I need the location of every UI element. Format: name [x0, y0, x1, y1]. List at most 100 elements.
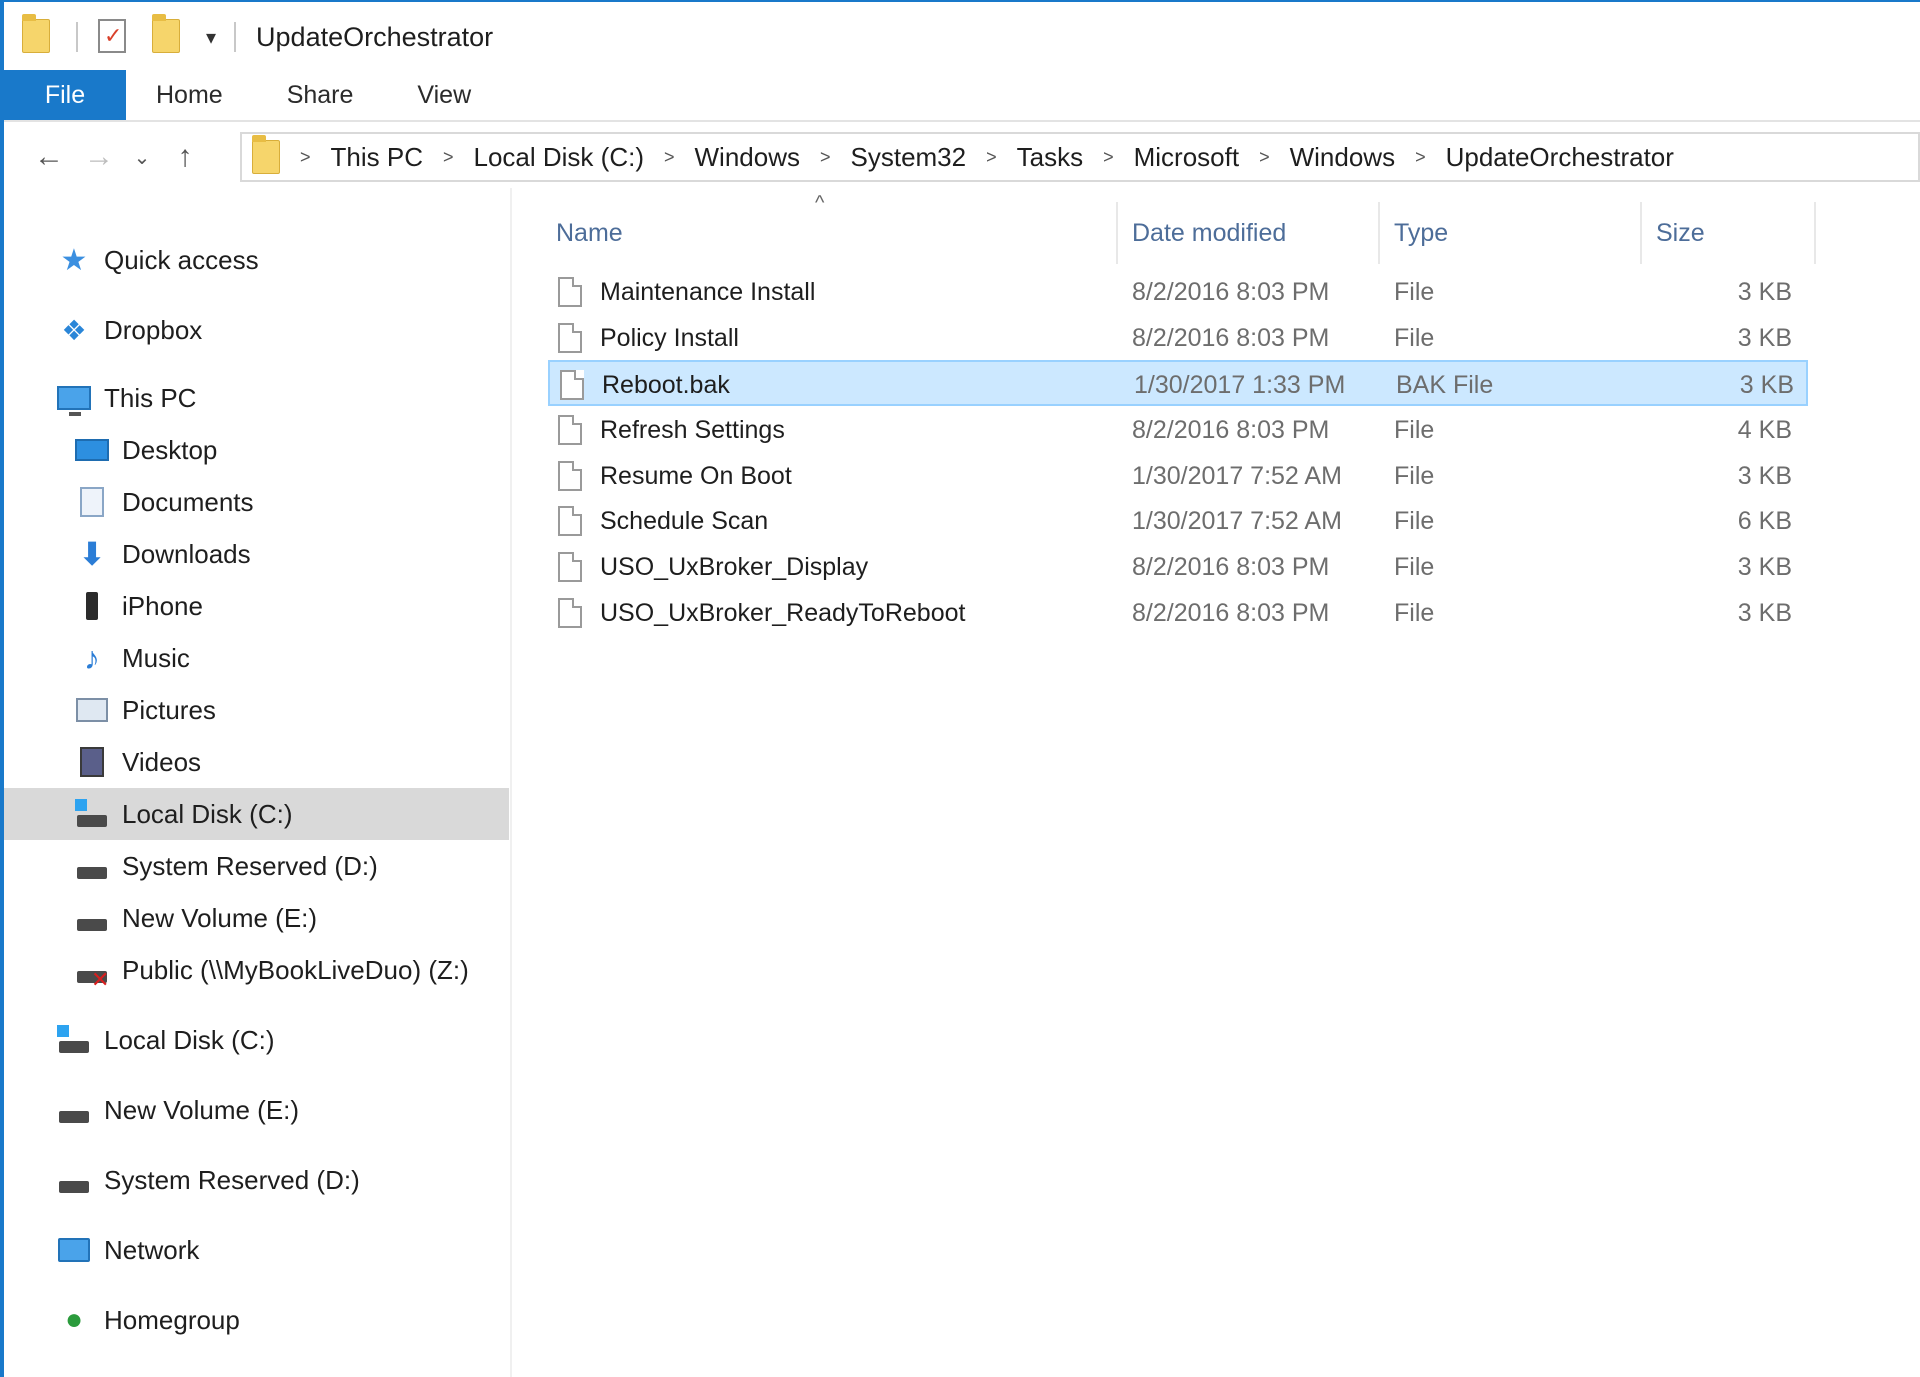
- drive-icon: [56, 1092, 92, 1128]
- navigation-bar: ← → ⌄ ↑ > This PC > Local Disk (C:) > Wi…: [4, 126, 1920, 188]
- sidebar-item-documents[interactable]: Documents: [4, 476, 509, 528]
- sidebar-item-this-pc[interactable]: This PC: [4, 372, 509, 424]
- sidebar-item-local-disk-c-root[interactable]: Local Disk (C:): [4, 1014, 509, 1066]
- file-name-cell: Reboot.bak: [560, 362, 730, 408]
- breadcrumb-tasks[interactable]: Tasks: [1017, 142, 1083, 173]
- tab-file[interactable]: File: [4, 70, 126, 120]
- computer-icon: [56, 380, 92, 416]
- table-row[interactable]: Refresh Settings 8/2/2016 8:03 PM File 4…: [548, 407, 1808, 453]
- table-row-selected[interactable]: Reboot.bak 1/30/2017 1:33 PM BAK File 3 …: [548, 360, 1808, 406]
- table-row[interactable]: USO_UxBroker_ReadyToReboot 8/2/2016 8:03…: [548, 590, 1808, 636]
- breadcrumb-this-pc[interactable]: This PC: [331, 142, 423, 173]
- file-name: USO_UxBroker_ReadyToReboot: [600, 598, 966, 627]
- column-header-date-modified[interactable]: Date modified: [1120, 202, 1380, 264]
- breadcrumb-microsoft[interactable]: Microsoft: [1134, 142, 1239, 173]
- sidebar-item-label: New Volume (E:): [122, 902, 318, 933]
- column-header-label: Size: [1656, 218, 1705, 247]
- breadcrumb-windows[interactable]: Windows: [695, 142, 800, 173]
- breadcrumb-system32[interactable]: System32: [851, 142, 967, 173]
- table-row[interactable]: Schedule Scan 1/30/2017 7:52 AM File 6 K…: [548, 498, 1808, 544]
- chevron-right-icon[interactable]: >: [1103, 147, 1114, 168]
- folder-icon[interactable]: [22, 14, 56, 55]
- sidebar-item-desktop[interactable]: Desktop: [4, 424, 509, 476]
- chevron-right-icon[interactable]: >: [1415, 147, 1426, 168]
- chevron-right-icon[interactable]: >: [300, 147, 311, 168]
- column-header-row: Name Date modified Type Size: [514, 202, 1920, 264]
- type-cell: File: [1394, 415, 1435, 444]
- type-cell: File: [1394, 598, 1435, 627]
- navigation-pane: ★ Quick access ❖ Dropbox This PC Desktop…: [4, 188, 512, 1377]
- sidebar-item-system-reserved-d-root[interactable]: System Reserved (D:): [4, 1154, 509, 1206]
- chevron-right-icon[interactable]: >: [664, 147, 675, 168]
- size-cell: 3 KB: [1737, 598, 1792, 627]
- breadcrumb-updateorchestrator[interactable]: UpdateOrchestrator: [1446, 142, 1674, 173]
- sidebar-item-local-disk-c[interactable]: Local Disk (C:): [4, 788, 509, 840]
- type-cell: File: [1394, 277, 1435, 306]
- chevron-right-icon[interactable]: >: [986, 147, 997, 168]
- size-cell: 3 KB: [1739, 370, 1794, 399]
- drive-icon: [56, 1162, 92, 1198]
- size-cell: 6 KB: [1737, 506, 1792, 535]
- folder-icon: [252, 135, 280, 174]
- date-modified-cell: 1/30/2017 1:33 PM: [1134, 370, 1346, 399]
- sidebar-item-quick-access[interactable]: ★ Quick access: [4, 234, 509, 286]
- sidebar-item-new-volume-e-root[interactable]: New Volume (E:): [4, 1084, 509, 1136]
- tab-home[interactable]: Home: [126, 70, 255, 120]
- column-header-name[interactable]: Name: [544, 202, 1118, 264]
- sidebar-item-dropbox[interactable]: ❖ Dropbox: [4, 304, 509, 356]
- date-modified-cell: 1/30/2017 7:52 AM: [1132, 506, 1342, 535]
- file-name-cell: Schedule Scan: [558, 498, 768, 544]
- chevron-right-icon[interactable]: >: [820, 147, 831, 168]
- chevron-right-icon[interactable]: >: [1259, 147, 1270, 168]
- forward-arrow-icon[interactable]: →: [74, 140, 124, 174]
- recent-locations-chevron-icon[interactable]: ⌄: [124, 145, 160, 170]
- type-cell: File: [1394, 552, 1435, 581]
- up-arrow-icon[interactable]: ↑: [160, 140, 210, 174]
- sidebar-item-videos[interactable]: Videos: [4, 736, 509, 788]
- sidebar-item-music[interactable]: ♪ Music: [4, 632, 509, 684]
- tab-share[interactable]: Share: [255, 70, 386, 120]
- documents-icon: [74, 484, 110, 520]
- sidebar-item-iphone[interactable]: iPhone: [4, 580, 509, 632]
- column-header-type[interactable]: Type: [1382, 202, 1642, 264]
- address-bar[interactable]: > This PC > Local Disk (C:) > Windows > …: [240, 132, 1920, 182]
- breadcrumb-local-disk[interactable]: Local Disk (C:): [474, 142, 644, 173]
- sidebar-item-label: Music: [122, 642, 190, 673]
- file-name-cell: Maintenance Install: [558, 269, 815, 315]
- table-row[interactable]: Maintenance Install 8/2/2016 8:03 PM Fil…: [548, 269, 1808, 315]
- type-cell: BAK File: [1396, 370, 1494, 399]
- table-row[interactable]: Resume On Boot 1/30/2017 7:52 AM File 3 …: [548, 453, 1808, 499]
- file-name-cell: Policy Install: [558, 315, 739, 361]
- size-cell: 3 KB: [1737, 461, 1792, 490]
- sidebar-item-pictures[interactable]: Pictures: [4, 684, 509, 736]
- sidebar-item-label: Downloads: [122, 538, 251, 569]
- column-header-label: Type: [1394, 218, 1449, 247]
- sidebar-item-system-reserved-d[interactable]: System Reserved (D:): [4, 840, 509, 892]
- customize-toolbar-dropdown-icon[interactable]: ▾: [206, 25, 216, 50]
- sidebar-item-network[interactable]: Network: [4, 1224, 509, 1276]
- window-title: UpdateOrchestrator: [256, 21, 494, 52]
- chevron-right-icon[interactable]: >: [443, 147, 454, 168]
- file-name-cell: USO_UxBroker_Display: [558, 544, 868, 590]
- date-modified-cell: 1/30/2017 7:52 AM: [1132, 461, 1342, 490]
- sidebar-item-label: Local Disk (C:): [104, 1024, 275, 1055]
- file-icon: [558, 323, 582, 353]
- drive-icon: [74, 900, 110, 936]
- sidebar-item-downloads[interactable]: ⬇ Downloads: [4, 528, 509, 580]
- back-arrow-icon[interactable]: ←: [24, 140, 74, 174]
- table-row[interactable]: USO_UxBroker_Display 8/2/2016 8:03 PM Fi…: [548, 544, 1808, 590]
- file-name-cell: Refresh Settings: [558, 407, 785, 453]
- file-list: ^ Name Date modified Type Size Maintenan…: [514, 188, 1920, 1377]
- sidebar-item-new-volume-e[interactable]: New Volume (E:): [4, 892, 509, 944]
- tab-view[interactable]: View: [385, 70, 503, 120]
- new-folder-icon[interactable]: [152, 14, 186, 55]
- breadcrumb-windows-2[interactable]: Windows: [1290, 142, 1395, 173]
- sidebar-item-public-network-drive-z[interactable]: Public (\\MyBookLiveDuo) (Z:): [4, 944, 509, 996]
- column-header-size[interactable]: Size: [1644, 202, 1816, 264]
- sidebar-item-homegroup[interactable]: ● Homegroup: [4, 1294, 509, 1346]
- file-name: Refresh Settings: [600, 415, 785, 444]
- properties-icon[interactable]: [98, 19, 132, 55]
- sidebar-item-label: New Volume (E:): [104, 1094, 300, 1125]
- size-cell: 3 KB: [1737, 552, 1792, 581]
- table-row[interactable]: Policy Install 8/2/2016 8:03 PM File 3 K…: [548, 315, 1808, 361]
